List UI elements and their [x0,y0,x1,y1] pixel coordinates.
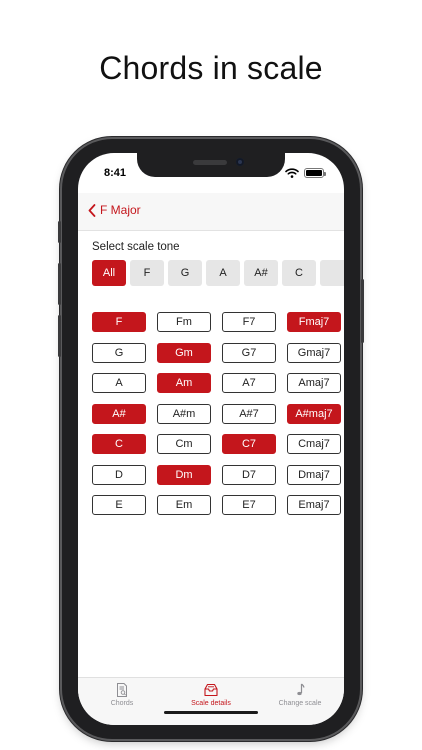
volume-down-button [58,315,61,357]
chord-button[interactable]: Gm [157,342,211,363]
chord-button[interactable]: A [92,373,146,393]
chord-button[interactable]: G7 [222,342,276,363]
chord-button[interactable]: Em [157,495,211,515]
chord-button[interactable]: Cm [157,434,211,454]
scale-tone-selector: All F G A A# C [92,260,344,286]
chord-button[interactable]: Dm [157,464,211,485]
chord-grid: F Fm F7 Fmaj7 G Gm G7 Gmaj7 A Am A7 Amaj7 A# A#m A#7 A#… [92,312,344,524]
status-icons [285,168,326,178]
document-search-icon [117,683,127,697]
navigation-bar: F Major [78,193,344,231]
power-button [361,279,364,343]
phone-screen: 8:41 F Major Select scale tone All F G A A# C… [78,153,344,725]
battery-icon [304,168,326,178]
chord-button[interactable]: E [92,495,146,515]
music-note-icon [297,683,305,696]
speaker-grille [193,160,227,165]
tone-chip[interactable]: G [168,260,202,286]
tab-chords-label: Chords [110,700,134,707]
chord-button[interactable]: E7 [222,495,276,515]
tone-chip[interactable]: C [282,260,316,286]
chord-button[interactable]: Am [157,373,211,393]
chord-button[interactable]: Fm [157,312,211,332]
silent-switch [58,221,61,243]
chord-button[interactable]: Amaj7 [287,373,341,393]
chord-button[interactable]: Emaj7 [287,495,341,515]
chord-button[interactable]: A7 [222,373,276,393]
tone-chip[interactable]: All [92,260,126,286]
tab-change-scale-label: Change scale [278,700,322,707]
chord-button[interactable]: D [92,464,146,485]
chord-button[interactable]: C7 [222,434,276,454]
chord-button[interactable]: Fmaj7 [287,312,341,332]
phone-frame: 8:41 F Major Select scale tone All F G A A# C… [58,139,364,739]
status-time: 8:41 [104,167,127,179]
chord-button[interactable]: C [92,434,146,454]
chord-button[interactable]: F [92,312,146,332]
tab-change-scale[interactable]: Change scale [256,682,344,712]
chord-button[interactable]: A#7 [222,403,276,424]
tone-chip[interactable]: A [206,260,240,286]
back-button-label: F Major [100,203,141,217]
notch [137,153,285,177]
chord-button[interactable]: Cmaj7 [287,434,341,454]
chord-button[interactable]: F7 [222,312,276,332]
chord-button[interactable]: Gmaj7 [287,342,341,363]
volume-up-button [58,263,61,305]
chord-button[interactable]: A#m [157,403,211,424]
tab-bar: Chords Scale details Change scale [78,677,344,725]
tone-chip[interactable] [320,260,344,286]
chevron-left-icon [88,203,96,217]
chord-button[interactable]: G [92,342,146,363]
tab-chords[interactable]: Chords [78,682,166,712]
chord-button[interactable]: A#maj7 [287,403,341,424]
chord-button[interactable]: D7 [222,464,276,485]
tray-icon [204,683,218,697]
camera-icon [236,158,244,166]
tab-scale-details[interactable]: Scale details [167,682,255,712]
tab-scale-details-label: Scale details [191,700,231,707]
back-button[interactable]: F Major [88,203,141,217]
home-indicator [164,711,258,714]
headline: Chords in scale [99,50,323,86]
tone-chip[interactable]: F [130,260,164,286]
section-label: Select scale tone [92,241,180,253]
tone-chip[interactable]: A# [244,260,278,286]
wifi-icon [285,168,299,178]
chord-button[interactable]: Dmaj7 [287,464,341,485]
chord-button[interactable]: A# [92,403,146,424]
